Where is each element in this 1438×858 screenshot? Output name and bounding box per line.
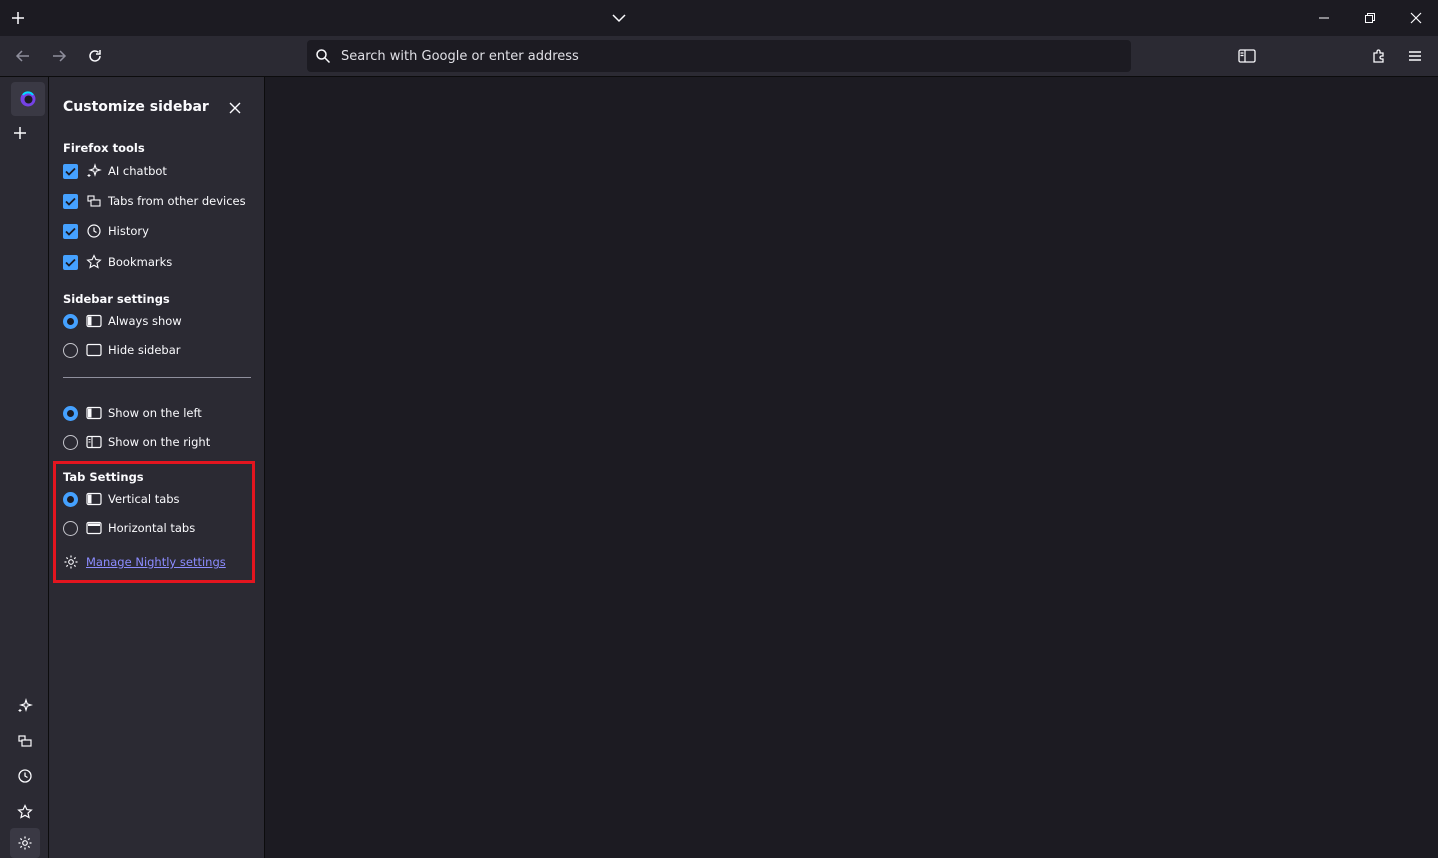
back-button[interactable]	[9, 42, 37, 70]
sidebar-left-icon	[86, 313, 102, 329]
tool-ai-chatbot[interactable]: AI chatbot	[63, 161, 167, 181]
url-input[interactable]	[341, 48, 1101, 64]
option-always-show[interactable]: Always show	[63, 311, 182, 331]
app-menu-button[interactable]	[1401, 42, 1429, 70]
highlight-box	[53, 461, 255, 583]
hamburger-icon	[1409, 51, 1421, 61]
firefox-tools-heading: Firefox tools	[63, 141, 145, 155]
minimize-icon	[1319, 17, 1329, 19]
sparkle-icon	[86, 163, 102, 179]
reload-button[interactable]	[81, 42, 109, 70]
star-icon	[86, 254, 102, 270]
vertical-tab[interactable]	[11, 82, 45, 116]
navigation-toolbar	[0, 36, 1438, 77]
chevron-down-icon	[612, 14, 626, 23]
list-all-tabs-button[interactable]	[607, 6, 631, 30]
radio-button[interactable]	[63, 405, 78, 421]
rail-customize-button[interactable]	[10, 828, 40, 858]
tool-label: Tabs from other devices	[108, 194, 246, 208]
clock-icon	[18, 769, 32, 783]
checkbox[interactable]	[63, 193, 78, 209]
option-show-left[interactable]: Show on the left	[63, 403, 202, 423]
tool-label: Bookmarks	[108, 255, 173, 269]
arrow-right-icon	[53, 50, 67, 62]
close-window-button[interactable]	[1402, 4, 1430, 32]
close-icon	[229, 102, 241, 114]
title-bar	[0, 0, 1438, 36]
restore-icon	[1365, 13, 1375, 23]
sidebar-icon	[1238, 49, 1256, 63]
close-icon	[1410, 12, 1422, 24]
divider	[63, 377, 251, 378]
sidebar-rail	[0, 77, 49, 858]
rail-new-tab-button[interactable]	[5, 118, 35, 148]
forward-button[interactable]	[45, 42, 73, 70]
sparkle-icon	[18, 698, 33, 712]
star-icon	[17, 804, 33, 819]
minimize-button[interactable]	[1310, 4, 1338, 32]
option-show-right[interactable]: Show on the right	[63, 432, 210, 452]
plus-icon	[14, 127, 26, 139]
url-bar[interactable]	[307, 40, 1131, 72]
sidebar-toggle-button[interactable]	[1233, 42, 1261, 70]
option-hide-sidebar[interactable]: Hide sidebar	[63, 340, 181, 360]
reload-icon	[89, 50, 101, 62]
tool-history[interactable]: History	[63, 221, 149, 241]
clock-icon	[86, 223, 102, 239]
rail-history-button[interactable]	[10, 761, 40, 791]
sidebar-settings-heading: Sidebar settings	[63, 292, 170, 306]
option-label: Always show	[108, 314, 182, 328]
window-icon	[86, 342, 102, 358]
sidebar-left-icon	[86, 405, 102, 421]
checkbox[interactable]	[63, 223, 78, 239]
panel-close-button[interactable]	[225, 98, 245, 118]
devices-icon	[18, 735, 32, 747]
rail-ai-chatbot-button[interactable]	[10, 691, 40, 721]
option-label: Show on the left	[108, 406, 202, 420]
rail-synced-tabs-button[interactable]	[10, 726, 40, 756]
checkbox[interactable]	[63, 163, 78, 179]
puzzle-icon	[1373, 49, 1384, 63]
sidebar-right-icon	[86, 434, 102, 450]
panel-title: Customize sidebar	[63, 99, 209, 115]
gear-icon	[18, 836, 32, 850]
extensions-button[interactable]	[1365, 42, 1393, 70]
rail-bookmarks-button[interactable]	[10, 797, 40, 827]
arrow-left-icon	[15, 50, 29, 62]
checkbox[interactable]	[63, 254, 78, 270]
option-label: Show on the right	[108, 435, 211, 449]
tool-label: History	[108, 224, 149, 238]
radio-button[interactable]	[63, 313, 78, 329]
tool-label: AI chatbot	[108, 164, 167, 178]
search-icon	[315, 48, 331, 64]
devices-icon	[86, 193, 102, 209]
tool-synced-tabs[interactable]: Tabs from other devices	[63, 191, 246, 211]
browser-logo-icon	[20, 91, 36, 107]
restore-button[interactable]	[1356, 4, 1384, 32]
plus-icon	[12, 12, 24, 24]
option-label: Hide sidebar	[108, 343, 181, 357]
radio-button[interactable]	[63, 342, 78, 358]
tool-bookmarks[interactable]: Bookmarks	[63, 252, 172, 272]
radio-button[interactable]	[63, 434, 78, 450]
new-tab-button[interactable]	[6, 6, 30, 30]
